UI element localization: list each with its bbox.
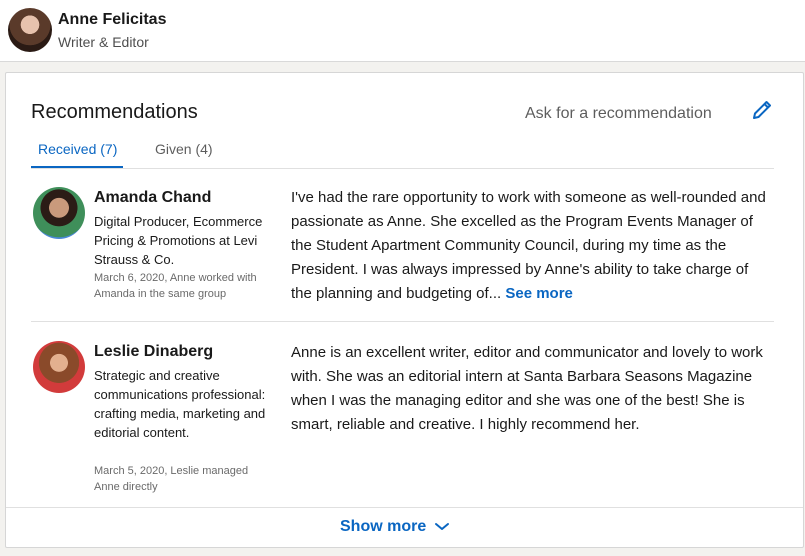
recommendation-tabs: Received (7) Given (4) [31,135,774,169]
ask-for-recommendation-link[interactable]: Ask for a recommendation [525,105,712,123]
recommender-headline: Digital Producer, Ecommerce Pricing & Pr… [94,214,263,267]
recommendations-card: Recommendations Ask for a recommendation… [5,72,804,548]
recommender-avatar[interactable] [33,341,85,393]
recommendation-item: Amanda Chand Digital Producer, Ecommerce… [31,171,774,322]
recommendation-meta: March 6, 2020, Anne worked with Amanda i… [94,272,257,300]
profile-topbar: Anne Felicitas Writer & Editor [0,0,805,62]
profile-headline: Writer & Editor [58,34,149,50]
recommendation-item: Leslie Dinaberg Strategic and creative c… [31,323,774,493]
recommendation-body: Anne is an excellent writer, editor and … [291,344,763,433]
recommendation-meta: March 5, 2020, Leslie managed Anne direc… [94,465,249,493]
recommender-avatar[interactable] [33,187,85,239]
see-more-link[interactable]: See more [505,285,573,302]
profile-avatar[interactable] [8,8,52,52]
recommendation-text: Anne is an excellent writer, editor and … [291,341,769,437]
tab-received[interactable]: Received (7) [38,141,117,157]
recommender-name[interactable]: Leslie Dinaberg [94,343,213,361]
profile-name[interactable]: Anne Felicitas [58,11,166,29]
show-more-label: Show more [340,518,427,535]
pencil-icon[interactable] [750,98,774,122]
recommender-headline: Strategic and creative communications pr… [94,368,266,440]
chevron-down-icon [435,523,450,530]
section-title: Recommendations [31,101,198,123]
recommendation-text: I've had the rare opportunity to work wi… [291,186,769,306]
show-more-content: Show more [340,518,450,536]
active-tab-indicator [31,166,123,168]
recommender-name[interactable]: Amanda Chand [94,189,211,207]
tab-given[interactable]: Given (4) [155,141,213,157]
show-more-button[interactable]: Show more [6,507,803,547]
